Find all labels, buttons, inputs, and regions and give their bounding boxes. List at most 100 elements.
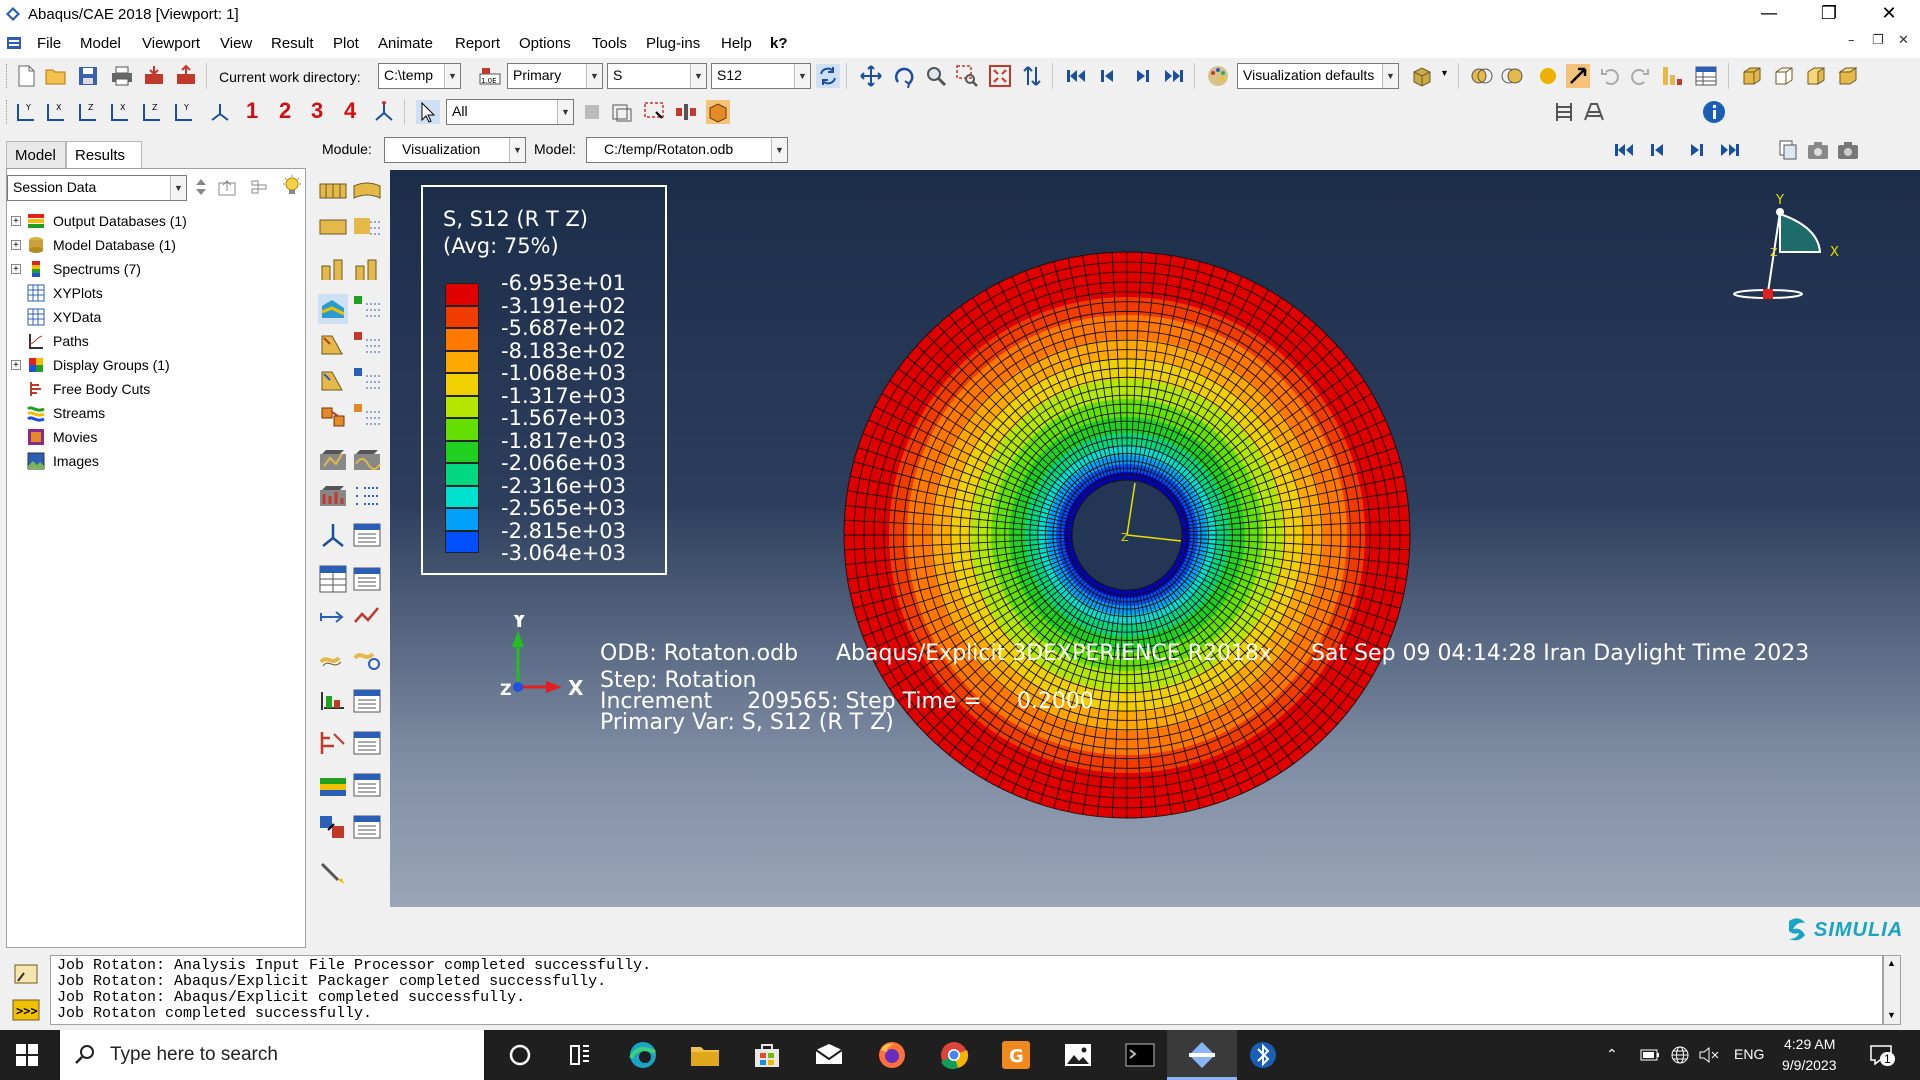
auto-fit-icon[interactable] bbox=[988, 64, 1012, 88]
edge-browser-icon[interactable] bbox=[626, 1038, 660, 1072]
tree-item-xyplots[interactable]: XYPlots bbox=[7, 283, 303, 305]
first-frame-icon[interactable] bbox=[1064, 64, 1088, 88]
view-cut-manager-icon[interactable] bbox=[318, 520, 348, 550]
viewport-last-frame-icon[interactable] bbox=[1718, 138, 1742, 162]
toolbar-grip[interactable] bbox=[6, 64, 9, 88]
viewport-copy-icon[interactable] bbox=[1776, 138, 1800, 162]
message-area-icon[interactable] bbox=[12, 961, 40, 989]
menu-view[interactable]: View bbox=[220, 35, 252, 52]
model-combo[interactable]: C:/temp/Rotaton.odb ▼ bbox=[586, 137, 788, 163]
csys-xy-icon[interactable]: Y bbox=[14, 100, 38, 124]
print-red-icon[interactable] bbox=[142, 64, 166, 88]
tab-model[interactable]: Model bbox=[6, 141, 66, 169]
csys-2-button[interactable]: 2 bbox=[279, 98, 291, 124]
chevron-down-icon[interactable]: ▼ bbox=[557, 100, 573, 124]
orientation-options-icon[interactable] bbox=[352, 366, 382, 396]
network-globe-icon[interactable] bbox=[1670, 1045, 1690, 1065]
box-zoom-icon[interactable] bbox=[955, 64, 979, 88]
lightbulb-icon[interactable] bbox=[281, 175, 303, 197]
iso-view-icon[interactable] bbox=[1740, 64, 1764, 88]
contour-plot-model[interactable]: Z bbox=[842, 250, 1412, 820]
plot-symbol-icon[interactable] bbox=[318, 256, 348, 286]
chevron-down-icon[interactable]: ▼ bbox=[170, 176, 186, 200]
field-output-icon[interactable]: 1.0E bbox=[478, 64, 502, 88]
viewport-next-frame-icon[interactable] bbox=[1684, 138, 1708, 162]
csys-3-button[interactable]: 3 bbox=[311, 98, 323, 124]
viewport-first-frame-icon[interactable] bbox=[1612, 138, 1636, 162]
symbol-plot-icon[interactable] bbox=[318, 330, 348, 360]
export-red-icon[interactable] bbox=[174, 64, 198, 88]
chevron-down-icon[interactable]: ▼ bbox=[794, 64, 810, 88]
triad-view-icon[interactable] bbox=[208, 100, 232, 124]
redo-icon[interactable] bbox=[1628, 64, 1652, 88]
battery-icon[interactable] bbox=[1640, 1047, 1660, 1063]
toolbar-table-icon[interactable] bbox=[1694, 64, 1718, 88]
orientation-plot-icon[interactable] bbox=[318, 366, 348, 396]
query-arrow-icon[interactable] bbox=[1566, 64, 1590, 88]
plot-material-orientation-icon[interactable] bbox=[352, 256, 382, 286]
sync-icon[interactable] bbox=[816, 64, 840, 88]
close-button[interactable]: ✕ bbox=[1860, 0, 1918, 30]
color-code-manager-icon[interactable] bbox=[352, 812, 382, 842]
mdi-close-button[interactable]: ✕ bbox=[1898, 33, 1909, 48]
menu-result[interactable]: Result bbox=[271, 35, 314, 52]
system-menu-icon[interactable] bbox=[6, 35, 22, 51]
variable-combo[interactable]: S ▼ bbox=[607, 63, 707, 89]
chevron-down-icon[interactable]: ▼ bbox=[444, 64, 460, 88]
zoom-icon[interactable] bbox=[924, 64, 948, 88]
menu-report[interactable]: Report bbox=[455, 35, 500, 52]
session-data-combo[interactable]: Session Data ▼ bbox=[7, 175, 187, 201]
mdi-minimize-button[interactable]: – bbox=[1848, 33, 1855, 48]
taskbar-abaqus-active[interactable] bbox=[1167, 1030, 1237, 1080]
message-area[interactable]: Job Rotaton: Analysis Input File Process… bbox=[50, 955, 1883, 1025]
volume-muted-icon[interactable] bbox=[1698, 1045, 1720, 1065]
print-icon[interactable] bbox=[110, 64, 134, 88]
new-file-icon[interactable] bbox=[14, 64, 38, 88]
tree-up-icon[interactable] bbox=[217, 177, 237, 197]
menu-plugins[interactable]: Plug-ins bbox=[646, 35, 700, 52]
rotate-icon[interactable] bbox=[892, 64, 916, 88]
viewport-previous-frame-icon[interactable] bbox=[1646, 138, 1670, 162]
chevron-down-icon[interactable]: ▼ bbox=[1382, 64, 1398, 88]
create-display-group-icon[interactable] bbox=[352, 520, 382, 550]
chrome-icon[interactable] bbox=[937, 1038, 971, 1072]
scroll-up-icon[interactable]: ▲ bbox=[1887, 958, 1896, 968]
csys-1-button[interactable]: 1 bbox=[246, 98, 258, 124]
tree-item-streams[interactable]: Streams bbox=[7, 403, 303, 425]
viewport-canvas[interactable]: S, S12 (R T Z) (Avg: 75%) -6.953e+01 -3.1… bbox=[390, 170, 1920, 907]
message-scrollbar[interactable]: ▲ ▼ bbox=[1883, 955, 1901, 1025]
render-style-icon[interactable] bbox=[1410, 64, 1434, 88]
free-body-manager-icon[interactable] bbox=[352, 686, 382, 716]
select-tags-icon[interactable] bbox=[674, 100, 698, 124]
csys-zx-icon[interactable]: X bbox=[108, 100, 132, 124]
previous-frame-icon[interactable] bbox=[1096, 64, 1120, 88]
tree-item-spectrums[interactable]: + Spectrums (7) bbox=[7, 259, 303, 281]
next-frame-icon[interactable] bbox=[1130, 64, 1154, 88]
component-combo[interactable]: S12 ▼ bbox=[711, 63, 811, 89]
firefox-icon[interactable] bbox=[875, 1038, 909, 1072]
scroll-down-icon[interactable]: ▼ bbox=[1887, 1010, 1896, 1020]
selection-filter-combo[interactable]: All ▼ bbox=[446, 99, 574, 125]
csys-yx-icon[interactable]: X bbox=[44, 100, 68, 124]
view-manager-icon[interactable] bbox=[1660, 64, 1684, 88]
menu-plot[interactable]: Plot bbox=[333, 35, 359, 52]
chevron-down-icon[interactable]: ▼ bbox=[586, 64, 602, 88]
plot-options-icon[interactable] bbox=[352, 402, 382, 432]
contour-plot-active-icon[interactable] bbox=[318, 294, 348, 324]
path-create-icon[interactable] bbox=[318, 602, 348, 632]
xy-data-manager-icon[interactable] bbox=[352, 564, 382, 594]
menu-animate[interactable]: Animate bbox=[378, 35, 433, 52]
superimpose-icon[interactable] bbox=[1470, 64, 1494, 88]
tray-chevron-icon[interactable]: ⌃ bbox=[1606, 1046, 1618, 1063]
tab-results[interactable]: Results bbox=[66, 141, 142, 169]
field-output-type-combo[interactable]: Primary ▼ bbox=[507, 63, 603, 89]
csys-yz-icon[interactable]: Z bbox=[76, 100, 100, 124]
top-view-icon[interactable] bbox=[1836, 64, 1860, 88]
save-icon[interactable] bbox=[76, 64, 100, 88]
clock-time[interactable]: 4:29 AM bbox=[1784, 1036, 1835, 1052]
drag-select-icon[interactable] bbox=[642, 100, 666, 124]
stream-create-icon[interactable] bbox=[318, 644, 348, 674]
cycle-view-icon[interactable] bbox=[1020, 64, 1044, 88]
mdi-restore-button[interactable]: ❐ bbox=[1872, 33, 1884, 48]
csys-xz-icon[interactable]: Z bbox=[140, 100, 164, 124]
